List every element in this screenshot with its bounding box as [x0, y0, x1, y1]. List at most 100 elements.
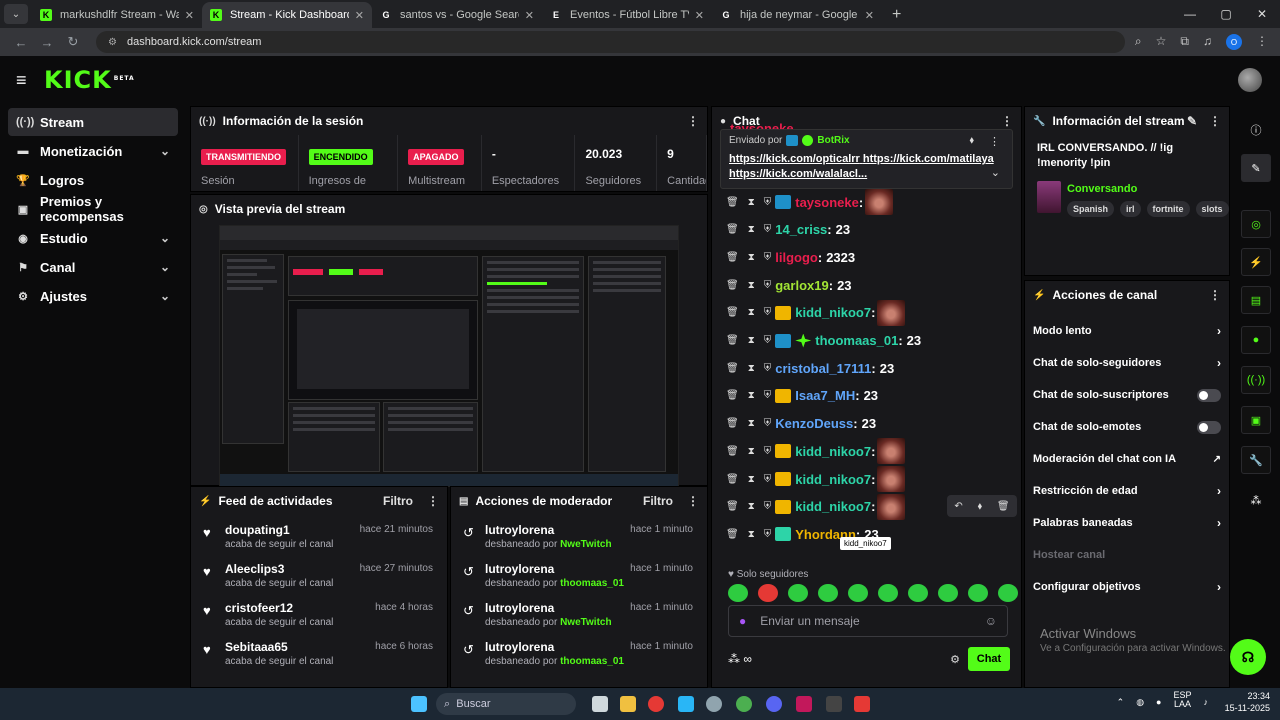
- emoji-icon[interactable]: ☺: [985, 614, 997, 628]
- chat-username[interactable]: cristobal_17111: [775, 361, 871, 376]
- opera-icon[interactable]: [648, 696, 664, 712]
- chevron-right-icon[interactable]: ›: [1217, 356, 1221, 370]
- browser-tab[interactable]: K Stream - Kick Dashboard ✕: [202, 2, 372, 28]
- modactions-filter-button[interactable]: Filtro: [643, 494, 673, 508]
- chat-icon[interactable]: ●: [1241, 326, 1271, 354]
- chevron-down-icon[interactable]: ⌄: [160, 289, 170, 303]
- pin-icon[interactable]: ⬧: [978, 501, 983, 512]
- browser-tab[interactable]: E Eventos - Fútbol Libre TV ✕: [542, 2, 712, 28]
- timeout-icon[interactable]: ⧗: [748, 474, 755, 485]
- channel-action-chat-de-solo-suscriptores[interactable]: Chat de solo-suscriptores: [1025, 379, 1229, 411]
- browser-tab[interactable]: Kmarkushdlfr Stream - Watch Live ✕: [32, 2, 202, 28]
- trash-icon[interactable]: 🗑: [726, 418, 739, 429]
- emote-button[interactable]: [938, 584, 958, 602]
- chevron-up-icon[interactable]: ⌃: [1117, 697, 1125, 709]
- category-thumbnail[interactable]: [1037, 181, 1061, 213]
- extensions-icon[interactable]: ⧉: [1180, 34, 1189, 50]
- taskbar-search[interactable]: ⌕ Buscar: [436, 693, 576, 715]
- moderator-name[interactable]: thoomaas_01: [560, 578, 624, 589]
- close-tab-icon[interactable]: ✕: [525, 9, 534, 22]
- task-view-icon[interactable]: [592, 696, 608, 712]
- browser-tab[interactable]: Ghija de neymar - Google Search ✕: [712, 2, 882, 28]
- channel-action-modo-lento[interactable]: Modo lento ›: [1025, 315, 1229, 347]
- timeout-icon[interactable]: ⧗: [748, 390, 755, 401]
- pinned-message[interactable]: Enviado por BotRix https://kick.com/optic…: [720, 129, 1013, 189]
- chevron-down-icon[interactable]: ⌄: [160, 231, 170, 245]
- close-tab-icon[interactable]: ✕: [695, 9, 704, 22]
- mod-action-username[interactable]: lutroylorena: [485, 562, 554, 576]
- trash-icon[interactable]: 🗑: [726, 252, 739, 263]
- chat-username[interactable]: Isaa7_MH: [795, 388, 855, 403]
- timeout-icon[interactable]: ⧗: [748, 307, 755, 318]
- moderator-name[interactable]: NweTwitch: [560, 617, 611, 628]
- trash-icon[interactable]: 🗑: [726, 474, 739, 485]
- timeout-icon[interactable]: ⧗: [748, 501, 755, 512]
- channel-action-configurar-objetivos[interactable]: Configurar objetivos ›: [1025, 571, 1229, 603]
- chat-username[interactable]: lilgogo: [775, 250, 818, 265]
- feed-filter-button[interactable]: Filtro: [383, 494, 413, 508]
- windows-start-icon[interactable]: [411, 696, 427, 712]
- more-icon[interactable]: ⋮: [427, 494, 439, 508]
- discord-icon[interactable]: [766, 696, 782, 712]
- broadcast-icon[interactable]: ((·)): [1241, 366, 1271, 394]
- volume-icon[interactable]: ♪: [1204, 697, 1209, 709]
- trash-icon[interactable]: 🗑: [726, 197, 739, 208]
- emote-button[interactable]: [968, 584, 988, 602]
- close-tab-icon[interactable]: ✕: [185, 9, 194, 22]
- timeout-icon[interactable]: ⧗: [748, 197, 755, 208]
- support-button[interactable]: ☊: [1230, 639, 1266, 675]
- emote-button[interactable]: [908, 584, 928, 602]
- emote-button[interactable]: [788, 584, 808, 602]
- timeout-icon[interactable]: ⧗: [748, 224, 755, 235]
- chat-username[interactable]: kidd_nikoo7: [795, 305, 871, 320]
- timeout-icon[interactable]: ⧗: [748, 335, 755, 346]
- close-tab-icon[interactable]: ✕: [865, 9, 874, 22]
- more-icon[interactable]: ⋮: [687, 494, 699, 508]
- channel-action-moderaci-n-del-chat-con-ia[interactable]: Moderación del chat con IA ↗: [1025, 443, 1229, 475]
- sidebar-item-ajustes[interactable]: ⚙ Ajustes ⌄: [8, 282, 178, 310]
- chevron-down-icon[interactable]: ⌄: [991, 166, 1000, 179]
- stream-tag[interactable]: slots: [1195, 201, 1229, 217]
- mod-action-username[interactable]: lutroylorena: [485, 640, 554, 654]
- chat-input[interactable]: ● Enviar un mensaje ☺: [728, 605, 1008, 637]
- kick-logo[interactable]: KICK BETA: [44, 66, 135, 94]
- emote-button[interactable]: [728, 584, 748, 602]
- stream-tag[interactable]: Spanish: [1067, 201, 1115, 217]
- activity-username[interactable]: Aleeclips3: [225, 562, 284, 576]
- emote-button[interactable]: [818, 584, 838, 602]
- emote-button[interactable]: [758, 584, 778, 602]
- profile-icon[interactable]: O: [1226, 34, 1242, 50]
- timeout-icon[interactable]: ⧗: [748, 252, 755, 263]
- app-icon[interactable]: [678, 696, 694, 712]
- trash-icon[interactable]: 🗑: [726, 224, 739, 235]
- info-icon[interactable]: ⓘ: [1241, 116, 1271, 144]
- chat-username[interactable]: kidd_nikoo7: [795, 444, 871, 459]
- chat-username[interactable]: kidd_nikoo7: [795, 499, 871, 514]
- timeout-icon[interactable]: ⧗: [748, 280, 755, 291]
- chat-username[interactable]: 14_criss: [775, 222, 827, 237]
- activity-username[interactable]: Sebitaaa65: [225, 640, 288, 654]
- chat-username[interactable]: kidd_nikoo7: [795, 472, 871, 487]
- edit-icon[interactable]: ✎: [1241, 154, 1271, 182]
- widgets-icon[interactable]: ⁂: [1241, 486, 1271, 514]
- trash-icon[interactable]: 🗑: [997, 501, 1010, 512]
- browser-tab[interactable]: Gsantos vs - Google Search ✕: [372, 2, 542, 28]
- more-icon[interactable]: ⋮: [1001, 114, 1013, 128]
- chevron-right-icon[interactable]: ›: [1217, 580, 1221, 594]
- timeout-icon[interactable]: ⧗: [748, 446, 755, 457]
- mic-icon[interactable]: ●: [1156, 697, 1161, 709]
- sidebar-item-canal[interactable]: ⚑ Canal ⌄: [8, 253, 178, 281]
- activity-username[interactable]: doupating1: [225, 523, 290, 537]
- new-tab-button[interactable]: +: [882, 6, 911, 28]
- reply-icon[interactable]: ↶: [954, 501, 962, 512]
- sidebar-item-stream[interactable]: ((·)) Stream: [8, 108, 178, 136]
- media-icon[interactable]: ♫: [1203, 34, 1212, 50]
- trash-icon[interactable]: 🗑: [726, 529, 739, 540]
- channel-action-palabras-baneadas[interactable]: Palabras baneadas ›: [1025, 507, 1229, 539]
- more-icon[interactable]: ⋮: [989, 135, 1000, 148]
- clock-time[interactable]: 23:34: [1247, 691, 1270, 701]
- trash-icon[interactable]: 🗑: [726, 280, 739, 291]
- chat-username[interactable]: garlox19: [775, 278, 828, 293]
- lightning-icon[interactable]: ⚡: [1241, 248, 1271, 276]
- pinned-link[interactable]: https://kick.com/matilaya: [863, 153, 994, 165]
